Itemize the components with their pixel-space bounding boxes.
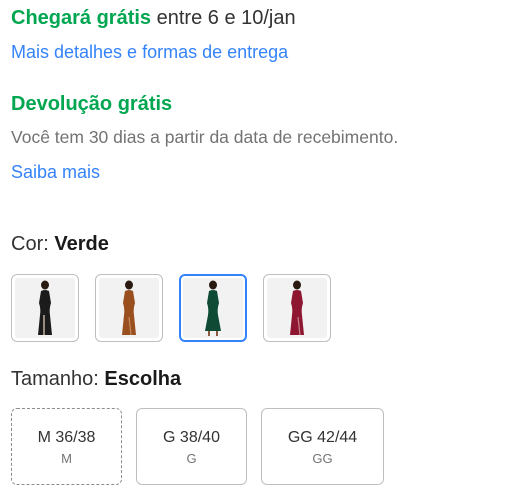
dress-wine-image <box>267 278 327 338</box>
color-label-text: Cor: <box>11 233 55 255</box>
size-option-sublabel: G <box>186 451 197 466</box>
size-option-gg[interactable]: GG 42/44 GG <box>261 408 384 485</box>
size-option-sublabel: GG <box>312 451 333 466</box>
size-option-g[interactable]: G 38/40 G <box>136 408 247 485</box>
color-option-caramel[interactable] <box>95 274 163 342</box>
shipping-dates: entre 6 e 10/jan <box>151 7 296 29</box>
size-label-text: Tamanho: <box>11 368 105 390</box>
dress-black-image <box>15 278 75 338</box>
returns-title: Devolução grátis <box>11 93 173 115</box>
color-option-green[interactable] <box>179 274 247 342</box>
returns-description: Você tem 30 dias a partir da data de rec… <box>11 127 399 147</box>
shipping-highlight: Chegará grátis <box>11 7 152 29</box>
color-option-black[interactable] <box>11 274 79 342</box>
shipping-details-link[interactable]: Mais detalhes e formas de entrega <box>11 41 288 63</box>
size-selected-value: Escolha <box>104 368 182 390</box>
size-option-m[interactable]: M 36/38 M <box>11 408 122 485</box>
size-option-label: M 36/38 <box>37 429 96 446</box>
size-option-label: G 38/40 <box>163 429 220 446</box>
returns-learn-more-link[interactable]: Saiba mais <box>11 161 100 183</box>
dress-caramel-image <box>99 278 159 338</box>
color-option-wine[interactable] <box>263 274 331 342</box>
size-option-sublabel: M <box>61 451 72 466</box>
size-label: Tamanho: Escolha <box>11 367 181 391</box>
size-option-label: GG 42/44 <box>287 429 358 446</box>
color-label: Cor: Verde <box>11 232 109 256</box>
dress-green-image <box>183 278 243 338</box>
color-selected-value: Verde <box>54 233 109 255</box>
shipping-title: Chegará grátis entre 6 e 10/jan <box>11 6 296 30</box>
